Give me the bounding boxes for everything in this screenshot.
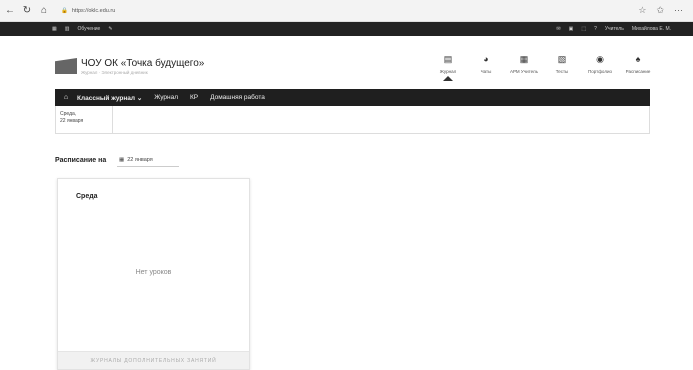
schedule-label: Расписание на <box>55 157 107 164</box>
schedule-date-picker[interactable]: ▦ 22 января <box>117 154 179 167</box>
day-card-title: Среда <box>76 193 98 200</box>
browser-toolbar: ← ↻ ⌂ 🔒 https://oklc.edu.ru ☆ ✩ ⋯ <box>0 0 693 22</box>
module-teacher-workstation[interactable]: ▦ АРМ Учитель <box>507 53 541 81</box>
mail-icon[interactable]: ✉ <box>556 26 560 32</box>
nav-kr[interactable]: КР <box>190 94 198 101</box>
extra-journals-link[interactable]: ЖУРНАЛЫ ДОПОЛНИТЕЛЬНЫХ ЗАНЯТИЙ <box>58 351 249 369</box>
back-icon[interactable]: ← <box>3 4 17 18</box>
school-logo[interactable] <box>55 58 77 74</box>
refresh-icon[interactable]: ↻ <box>20 4 34 18</box>
tests-icon: ▧ <box>557 54 567 64</box>
user-role[interactable]: Учитель <box>605 26 624 32</box>
main-nav: ⌂ Классный журнал ⌄ Журнал КР Домашняя р… <box>55 89 650 106</box>
calendar-icon: ▦ <box>119 157 125 163</box>
nav-class-journal[interactable]: Классный журнал ⌄ <box>77 94 142 102</box>
module-chats[interactable]: ◕ Чаты <box>469 53 503 81</box>
date-date: 22 января <box>60 118 84 124</box>
address-bar[interactable]: 🔒 https://oklc.edu.ru <box>57 4 217 18</box>
journal-icon: ▤ <box>443 54 453 64</box>
date-cell[interactable]: Среда, 22 января <box>56 106 113 133</box>
workstation-icon: ▦ <box>519 54 529 64</box>
topbar-link-education[interactable]: Обучение <box>77 26 100 32</box>
schedule-icon: ♠ <box>635 54 641 64</box>
day-card: Среда Нет уроков ЖУРНАЛЫ ДОПОЛНИТЕЛЬНЫХ … <box>57 178 250 370</box>
home-icon[interactable]: ⌂ <box>37 4 51 18</box>
notifications-icon[interactable]: ⬚ <box>581 26 586 32</box>
no-lessons-text: Нет уроков <box>135 269 172 276</box>
menu-icon[interactable]: ⋯ <box>674 5 683 16</box>
date-strip: Среда, 22 января <box>55 106 650 134</box>
user-name[interactable]: Михайлова Е. М. <box>632 26 671 32</box>
date-day: Среда, <box>60 111 77 117</box>
calendar-icon[interactable]: ▣ <box>569 26 574 32</box>
module-tests[interactable]: ▧ Тесты <box>545 53 579 81</box>
help-icon[interactable]: ? <box>594 26 597 32</box>
top-bar: ▦ ▥ Обучение ✎ ✉ ▣ ⬚ ? Учитель Михайлова… <box>0 22 693 36</box>
edit-icon[interactable]: ✎ <box>108 26 112 32</box>
module-journal[interactable]: ▤ Журнал <box>431 53 465 81</box>
url-text: https://oklc.edu.ru <box>71 7 116 14</box>
library-icon[interactable]: ▥ <box>65 26 70 32</box>
nav-homework[interactable]: Домашняя работа <box>210 94 265 101</box>
star-icon[interactable]: ☆ <box>638 5 646 16</box>
lock-icon: 🔒 <box>61 7 68 14</box>
schedule-date-value: 22 января <box>127 157 153 163</box>
nav-journal[interactable]: Журнал <box>154 94 178 101</box>
portfolio-icon: ◉ <box>596 54 604 64</box>
favorites-icon[interactable]: ✩ <box>656 5 664 16</box>
school-subtitle: Журнал · Электронный дневник <box>81 70 148 75</box>
chat-icon: ◕ <box>483 54 489 64</box>
module-schedule[interactable]: ♠ Расписание <box>621 53 655 81</box>
home-icon[interactable]: ⌂ <box>55 94 77 101</box>
module-portfolio[interactable]: ◉ Портфолио <box>583 53 617 81</box>
apps-icon[interactable]: ▦ <box>52 26 57 32</box>
site-header: ЧОУ ОК «Точка будущего» Журнал · Электро… <box>55 50 655 88</box>
chevron-down-icon: ⌄ <box>136 94 143 102</box>
school-name[interactable]: ЧОУ ОК «Точка будущего» <box>81 58 204 69</box>
module-nav: ▤ Журнал ◕ Чаты ▦ АРМ Учитель ▧ Тесты ◉ … <box>431 53 655 81</box>
